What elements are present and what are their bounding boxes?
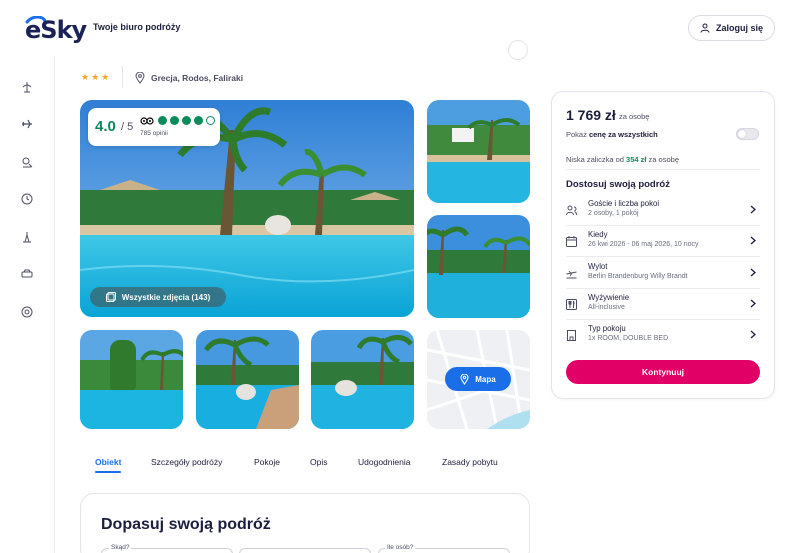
toggle-bold: cenę za wszystkich [588,130,658,139]
chevron-right-icon [750,268,756,277]
option-value: 1x ROOM, DOUBLE BED [588,335,669,342]
option-guests[interactable]: Goście i liczba pokoi 2 osoby, 1 pokój [566,199,760,225]
option-title: Goście i liczba pokoi [588,199,660,208]
deposit-info: Niska zaliczka od 354 zł za osobę [566,155,679,164]
deposit-suffix: za osobę [646,155,679,164]
customize-title: Dostosuj swoją podróż [566,179,670,190]
gallery-photo[interactable] [427,100,530,203]
option-value: 26 kwi 2026 - 06 maj 2026, 10 nocy [588,241,699,248]
price-for-all-toggle[interactable] [736,128,759,140]
chevron-right-icon [750,236,756,245]
gallery-photo[interactable] [427,215,530,318]
sidebar-help-icon[interactable] [20,305,34,319]
esky-logo[interactable]: eSky [25,14,87,44]
tripadvisor-icon [140,117,154,125]
option-title: Kiedy [588,230,608,239]
toggle-prefix: Pokaż [566,130,589,139]
adjust-trip-title: Dopasuj swoją podróż [101,516,271,533]
option-value: All-inclusive [588,304,625,311]
all-photos-button[interactable]: Wszystkie zdjęcia (143) [90,287,226,307]
tab-pokoje[interactable]: Pokoje [254,457,280,467]
option-value: 2 osoby, 1 pokój [588,210,639,217]
logo-text: eSky [25,16,87,44]
hotel-stars: ★★★ [81,72,112,82]
price-toggle-label: Pokaż cenę za wszystkich [566,130,658,139]
panel-divider [566,225,760,226]
option-title: Wylot [588,262,608,271]
scroll-indicator [508,40,528,60]
option-title: Typ pokoju [588,324,626,333]
sidebar-hotels-icon[interactable] [20,155,34,169]
hotel-location: Grecja, Rodos, Faliraki [135,72,243,84]
login-label: Zaloguj się [715,23,763,33]
option-dates[interactable]: Kiedy 26 kwi 2026 - 06 maj 2026, 10 nocy [566,230,760,256]
deposit-prefix: Niska zaliczka od [566,155,627,164]
panel-divider [566,169,760,170]
login-button[interactable]: Zaloguj się [688,15,775,41]
panel-divider [566,319,760,320]
guests-field-label: Ile osób? [385,544,416,551]
sidebar-trips-icon[interactable] [20,230,34,244]
continue-button[interactable]: Kontynuuj [566,360,760,384]
deposit-amount: 354 zł [626,155,647,164]
option-title: Wyżywienie [588,293,630,302]
plane-icon [566,270,577,279]
toggle-knob [738,130,746,138]
location-pin-icon [135,72,145,84]
rating-dots [158,116,215,125]
tab-obiekt[interactable]: Obiekt [95,457,121,467]
rating-card[interactable]: 4.0 / 5 785 opinii [88,108,220,146]
sidebar [0,56,55,553]
option-value: Berlin Brandenburg Willy Brandt [588,273,688,280]
room-icon [567,330,576,341]
sidebar-flights-icon[interactable] [20,117,34,131]
option-room[interactable]: Typ pokoju 1x ROOM, DOUBLE BED [566,324,760,350]
map-pin-icon [460,373,469,385]
review-count: 785 opinii [140,130,168,137]
divider [122,66,123,88]
gallery-photo[interactable] [196,330,299,429]
gallery-icon [105,292,116,302]
price: 1 769 zł [566,107,616,123]
rating-max: / 5 [121,121,134,133]
rating-dot [158,116,167,125]
panel-divider [566,288,760,289]
chevron-right-icon [750,330,756,339]
gallery-photo[interactable] [311,330,414,429]
tab-udogodnienia[interactable]: Udogodnienia [358,457,410,467]
guests-icon [566,205,577,216]
rating-dot [170,116,179,125]
panel-divider [566,256,760,257]
gallery-photo[interactable] [80,330,183,429]
calendar-icon [566,236,577,247]
all-photos-label: Wszystkie zdjęcia (143) [121,292,211,302]
chevron-right-icon [750,205,756,214]
cutlery-icon [566,299,577,310]
tab-szczegoly-podrozy[interactable]: Szczegóły podróży [151,457,222,467]
map-button[interactable]: Mapa [445,367,511,391]
rating-dot [182,116,191,125]
active-tab-indicator [95,471,121,473]
sidebar-last-minute-icon[interactable] [20,192,34,206]
price-per-person: za osobę [619,112,650,121]
location-label: Grecja, Rodos, Faliraki [151,73,244,83]
departure-field-label: Skąd? [109,544,132,551]
tagline: Twoje biuro podróży [93,22,181,32]
tab-opis[interactable]: Opis [310,457,327,467]
header: eSky Twoje biuro podróży Zaloguj się [0,0,800,56]
rating-dot [194,116,203,125]
chevron-right-icon [750,299,756,308]
option-board[interactable]: Wyżywienie All-inclusive [566,293,760,319]
option-flight[interactable]: Wylot Berlin Brandenburg Willy Brandt [566,262,760,288]
sidebar-holidays-icon[interactable] [20,80,34,94]
map-label: Mapa [475,374,496,384]
date-field[interactable] [239,548,371,553]
tab-zasady-pobytu[interactable]: Zasady pobytu [442,457,498,467]
user-icon [700,23,710,33]
sidebar-cars-icon[interactable] [20,267,34,281]
rating-score: 4.0 [95,118,116,135]
rating-dot-empty [206,116,215,125]
